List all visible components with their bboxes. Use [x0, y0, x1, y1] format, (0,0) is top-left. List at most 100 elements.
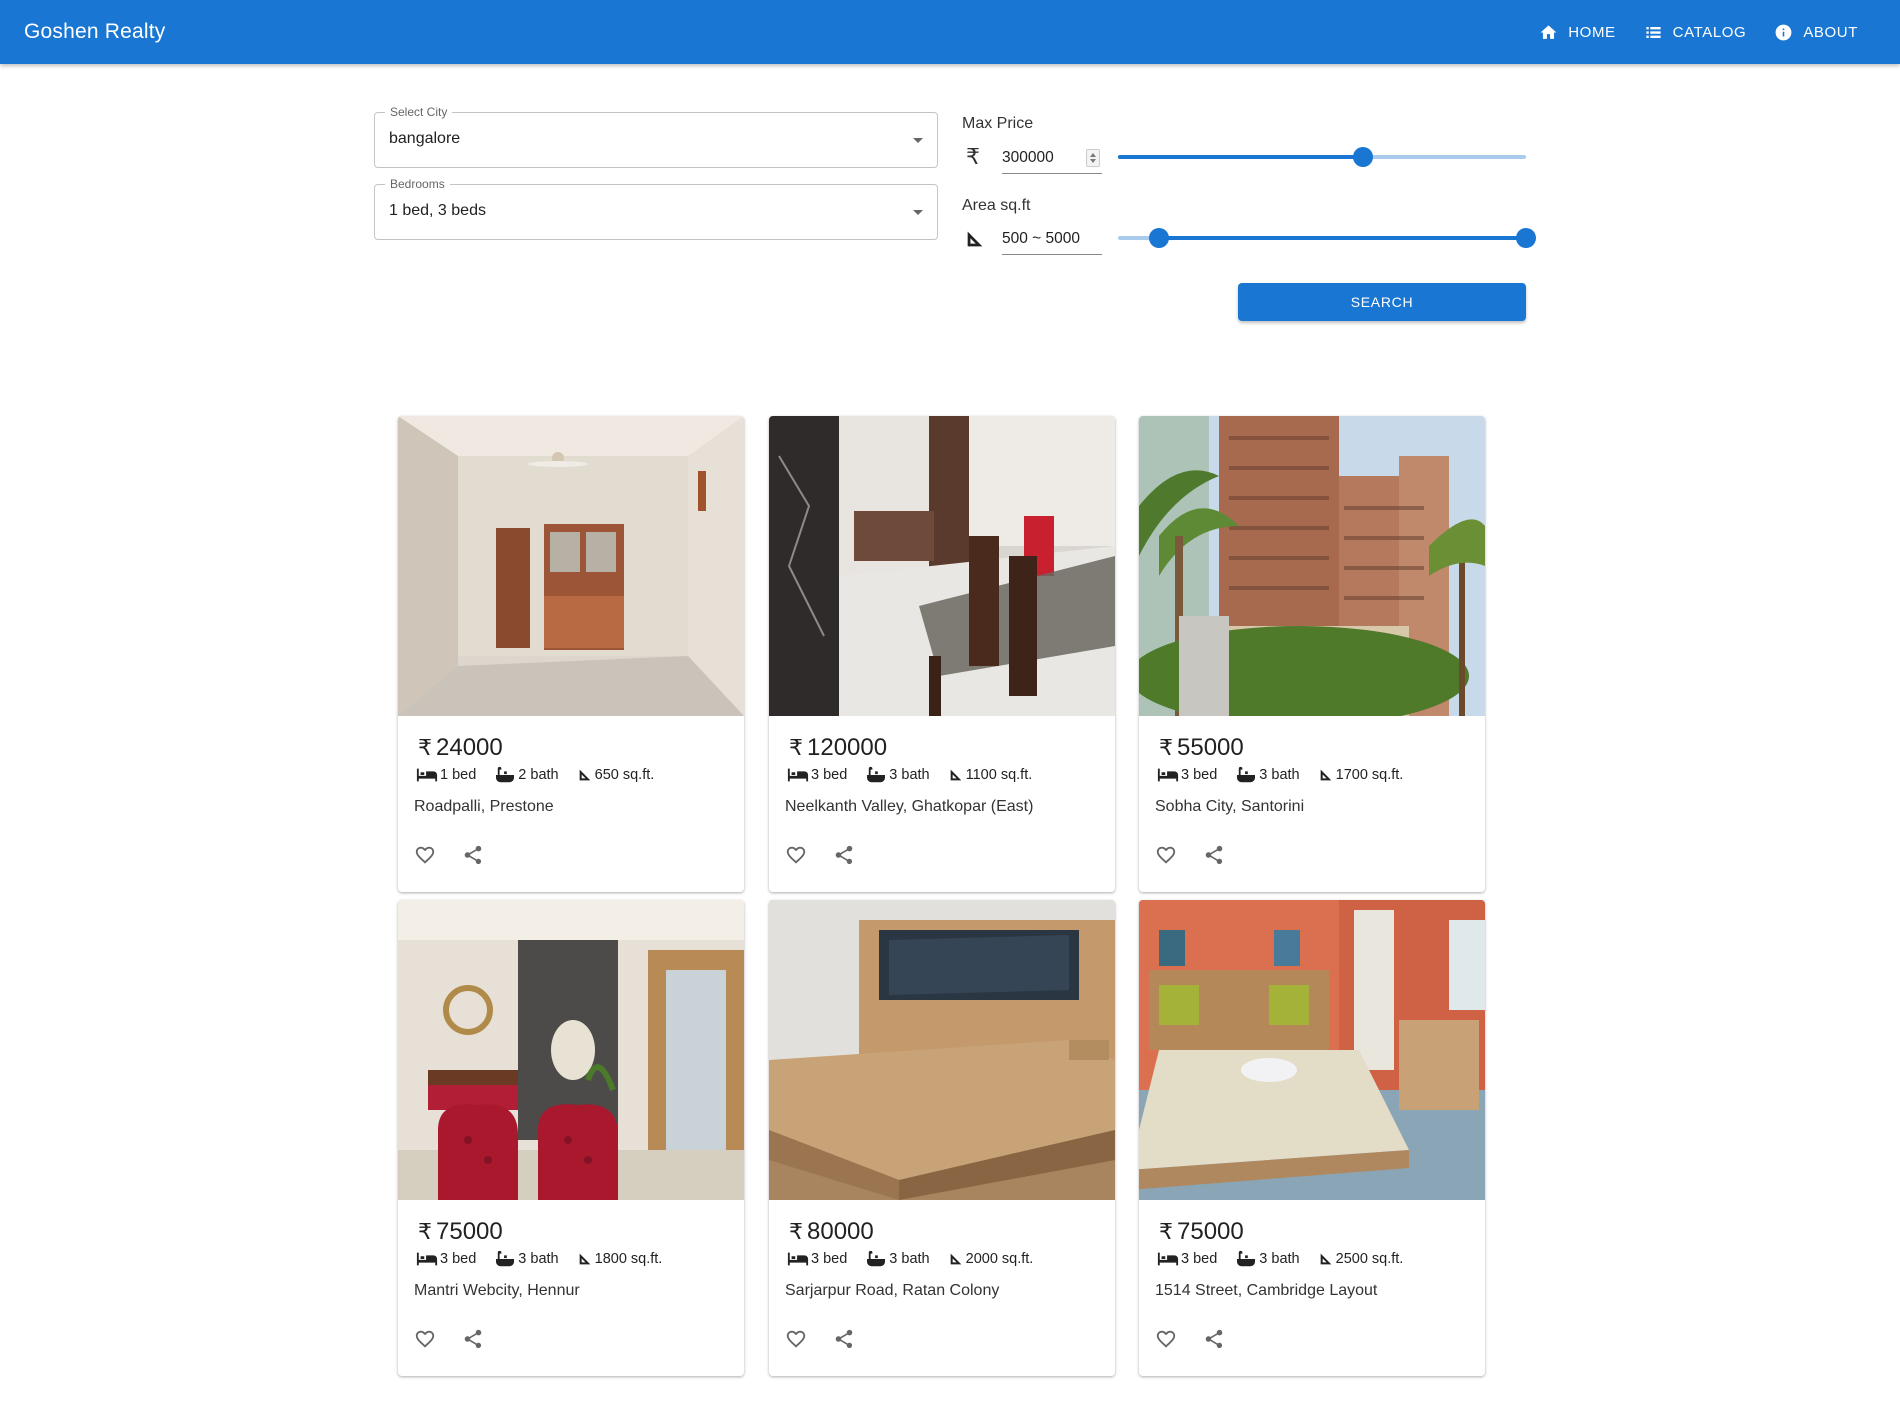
area-size: 2000 sq.ft.	[965, 1251, 1034, 1267]
set-square-icon	[950, 769, 961, 781]
listing-address: Sobha City, Santorini	[1155, 798, 1305, 815]
bath-icon	[1237, 766, 1256, 783]
heart-outline-icon	[415, 846, 435, 864]
listing-price: ₹ 75000	[418, 1218, 503, 1245]
set-square-icon	[579, 1253, 590, 1265]
area-size: 650 sq.ft.	[594, 767, 655, 783]
share-icon	[1205, 845, 1223, 865]
card-actions	[1149, 1322, 1231, 1356]
listing-photo[interactable]	[398, 416, 744, 716]
listing-price: ₹ 24000	[418, 734, 503, 761]
nav-home-button[interactable]: HOME	[1529, 17, 1625, 48]
share-button[interactable]	[1197, 1322, 1231, 1356]
heart-outline-icon	[1156, 846, 1176, 864]
listing-card[interactable]: ₹ 24000 1 bed 2 bath 650 sq.ft. Roadpall…	[398, 416, 744, 892]
area-range-slider[interactable]	[1118, 228, 1536, 248]
favorite-button[interactable]	[1149, 1322, 1183, 1356]
nav-about-button[interactable]: ABOUT	[1764, 17, 1868, 48]
chevron-down-icon	[913, 210, 923, 215]
bedrooms-select-value: 1 bed, 3 beds	[389, 202, 486, 219]
bath-count: 3 bath	[518, 1251, 559, 1267]
listing-card[interactable]: ₹ 120000 3 bed 3 bath 1100 sq.ft. Neelka…	[769, 416, 1115, 892]
listing-price: ₹ 55000	[1159, 734, 1244, 761]
bed-icon	[1157, 1252, 1179, 1266]
info-icon	[1775, 24, 1792, 40]
bath-icon	[496, 766, 515, 783]
listing-price: ₹ 75000	[1159, 1218, 1244, 1245]
slider-thumb-min[interactable]	[1148, 228, 1169, 248]
listing-photo[interactable]	[769, 416, 1115, 716]
favorite-button[interactable]	[1149, 838, 1183, 872]
rupee-icon: ₹	[1159, 735, 1173, 760]
bath-icon	[867, 1250, 886, 1267]
slider-thumb[interactable]	[1352, 147, 1373, 167]
listing-card[interactable]: ₹ 75000 3 bed 3 bath 1800 sq.ft. Mantri …	[398, 900, 744, 1376]
max-price-input[interactable]: 300000	[1002, 149, 1102, 174]
share-button[interactable]	[456, 1322, 490, 1356]
max-price-value: 300000	[1002, 149, 1054, 166]
favorite-button[interactable]	[779, 1322, 813, 1356]
rupee-icon: ₹	[789, 735, 803, 760]
city-select-legend: Select City	[385, 105, 453, 119]
bed-icon	[416, 768, 438, 782]
rupee-icon: ₹	[966, 144, 980, 169]
bed-icon	[416, 1252, 438, 1266]
nav-catalog-button[interactable]: CATALOG	[1634, 17, 1757, 48]
bath-count: 3 bath	[889, 1251, 930, 1267]
share-icon	[464, 1329, 482, 1349]
share-button[interactable]	[827, 1322, 861, 1356]
area-size: 1800 sq.ft.	[594, 1251, 663, 1267]
share-button[interactable]	[456, 838, 490, 872]
rupee-icon: ₹	[789, 1219, 803, 1244]
listing-photo[interactable]	[1139, 416, 1485, 716]
share-button[interactable]	[1197, 838, 1231, 872]
city-select[interactable]: Select City bangalore	[374, 105, 938, 168]
heart-outline-icon	[786, 1330, 806, 1348]
bed-count: 1 bed	[440, 767, 477, 783]
listing-card[interactable]: ₹ 80000 3 bed 3 bath 2000 sq.ft. Sarjarp…	[769, 900, 1115, 1376]
favorite-button[interactable]	[779, 838, 813, 872]
search-button[interactable]: SEARCH	[1238, 283, 1526, 321]
app-bar: Goshen Realty HOME CATALOG ABOUT	[0, 0, 1900, 64]
listing-features: 3 bed 3 bath 1100 sq.ft.	[787, 766, 1050, 784]
number-spinner-icon[interactable]	[1086, 149, 1100, 167]
set-square-icon	[1320, 1253, 1331, 1265]
city-select-value: bangalore	[389, 130, 461, 147]
set-square-icon	[950, 1253, 961, 1265]
brand-title[interactable]: Goshen Realty	[24, 20, 166, 44]
area-range-input[interactable]: 500 ~ 5000	[1002, 230, 1102, 255]
max-price-slider[interactable]	[1118, 147, 1526, 167]
favorite-button[interactable]	[408, 1322, 442, 1356]
listing-card[interactable]: ₹ 55000 3 bed 3 bath 1700 sq.ft. Sobha C…	[1139, 416, 1485, 892]
bed-count: 3 bed	[440, 1251, 477, 1267]
bed-count: 3 bed	[811, 1251, 848, 1267]
card-actions	[408, 1322, 490, 1356]
share-button[interactable]	[827, 838, 861, 872]
listing-features: 3 bed 3 bath 2500 sq.ft.	[1157, 1250, 1421, 1268]
listing-card[interactable]: ₹ 75000 3 bed 3 bath 2500 sq.ft. 1514 St…	[1139, 900, 1485, 1376]
listing-photo[interactable]	[398, 900, 744, 1200]
slider-thumb-max[interactable]	[1516, 228, 1536, 248]
card-actions	[1149, 838, 1231, 872]
list-icon	[1646, 26, 1661, 38]
chevron-down-icon	[913, 138, 923, 143]
bath-icon	[867, 766, 886, 783]
area-range-value: 500 ~ 5000	[1002, 230, 1081, 247]
listing-features: 3 bed 3 bath 2000 sq.ft.	[787, 1250, 1051, 1268]
area-label: Area sq.ft	[962, 197, 1031, 214]
bedrooms-select[interactable]: Bedrooms 1 bed, 3 beds	[374, 177, 938, 240]
listing-address: Roadpalli, Prestone	[414, 798, 554, 815]
set-square-icon	[967, 231, 983, 247]
listing-photo[interactable]	[1139, 900, 1485, 1200]
bath-count: 3 bath	[1259, 767, 1300, 783]
favorite-button[interactable]	[408, 838, 442, 872]
set-square-icon	[579, 769, 590, 781]
bed-icon	[787, 1252, 809, 1266]
listing-address: Neelkanth Valley, Ghatkopar (East)	[785, 798, 1034, 815]
listing-photo[interactable]	[769, 900, 1115, 1200]
slider-track	[1118, 155, 1363, 159]
area-size: 2500 sq.ft.	[1335, 1251, 1404, 1267]
bed-count: 3 bed	[811, 767, 848, 783]
bed-count: 3 bed	[1181, 1251, 1218, 1267]
share-icon	[835, 845, 853, 865]
